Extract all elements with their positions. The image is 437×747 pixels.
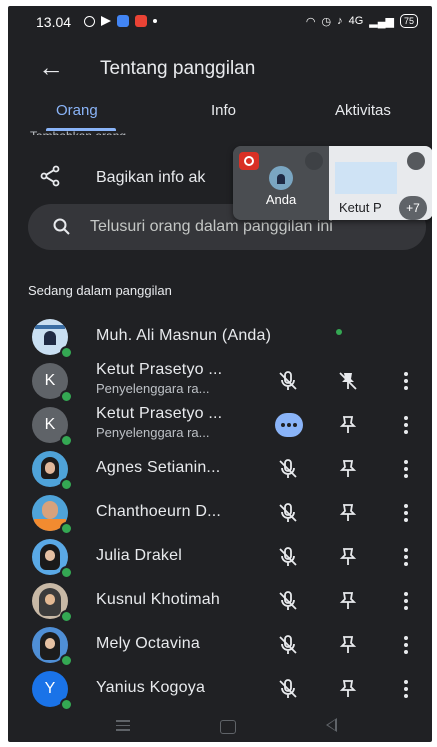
participant-row[interactable]: Y Yanius Kogoya <box>8 667 432 711</box>
add-people-label-cutoff: Tambahkan orang <box>30 127 126 135</box>
online-indicator <box>60 434 73 447</box>
mic-off-icon[interactable] <box>276 369 300 393</box>
participant-row[interactable]: Julia Drakel <box>8 535 432 579</box>
mic-off-icon[interactable] <box>276 633 300 657</box>
system-icons: ◠ ◷ ♪ 4G ▂▄▆ 75 <box>306 14 418 28</box>
active-status-dot <box>336 329 342 335</box>
participant-name: Ketut Prasetyo ... <box>96 361 223 378</box>
participant-name: Chanthoeurn D... <box>96 503 222 520</box>
share-icon <box>40 165 60 187</box>
notification-icon <box>84 15 95 27</box>
tab-aktivitas[interactable]: Aktivitas <box>335 102 391 119</box>
more-options-icon[interactable] <box>394 369 418 393</box>
participant-name: Ketut Prasetyo ... <box>96 405 223 422</box>
app-notification-icon <box>117 15 129 27</box>
back-button[interactable] <box>326 718 337 732</box>
online-indicator <box>60 390 73 403</box>
participant-name: Muh. Ali Masnun (Anda) <box>96 327 272 344</box>
mic-off-icon[interactable] <box>276 501 300 525</box>
pin-off-icon[interactable] <box>336 369 360 393</box>
alarm-icon: ◷ <box>321 15 332 28</box>
pin-icon[interactable] <box>336 545 360 569</box>
shared-tile-label: Ketut P <box>339 200 382 215</box>
app-notification-icon <box>135 15 147 27</box>
participant-row[interactable]: K Ketut Prasetyo ... Penyelenggara ra... <box>8 359 432 403</box>
pin-icon[interactable] <box>336 677 360 701</box>
more-options-icon[interactable] <box>394 589 418 613</box>
pin-icon[interactable] <box>336 501 360 525</box>
share-info-label: Bagikan info ak <box>96 169 206 186</box>
mic-off-icon <box>407 152 425 170</box>
participant-name: Yanius Kogoya <box>96 679 206 696</box>
pin-icon[interactable] <box>336 589 360 613</box>
more-options-icon[interactable] <box>394 501 418 525</box>
participant-row[interactable]: Mely Octavina <box>8 623 432 667</box>
status-time: 13.04 <box>36 14 72 30</box>
participant-row[interactable]: Chanthoeurn D... <box>8 491 432 535</box>
speaking-indicator-icon <box>275 413 303 437</box>
pin-icon[interactable] <box>336 413 360 437</box>
more-participants-badge: +7 <box>399 196 427 220</box>
online-indicator <box>60 698 73 711</box>
more-options-icon[interactable] <box>394 677 418 701</box>
pin-icon[interactable] <box>336 633 360 657</box>
participant-name: Julia Drakel <box>96 547 182 564</box>
more-options-icon[interactable] <box>394 633 418 657</box>
participant-name: Kusnul Khotimah <box>96 591 220 608</box>
mic-off-icon <box>305 152 323 170</box>
more-notifications-icon <box>153 19 157 23</box>
mic-off-icon[interactable] <box>276 677 300 701</box>
section-title: Sedang dalam panggilan <box>28 283 172 298</box>
self-video-tile: Anda <box>233 146 329 220</box>
top-app-bar: ← Tentang panggilan <box>8 44 432 94</box>
more-options-icon[interactable] <box>394 545 418 569</box>
self-avatar <box>269 166 293 190</box>
participant-name: Mely Octavina <box>96 635 200 652</box>
online-indicator <box>60 566 73 579</box>
participant-name: Agnes Setianin... <box>96 459 221 476</box>
signal-icon: ▂▄▆ <box>369 15 394 28</box>
back-arrow-icon[interactable]: ← <box>38 54 64 80</box>
floating-video-preview[interactable]: Anda Ketut P +7 <box>233 146 432 220</box>
search-icon <box>53 218 70 235</box>
system-nav-bar <box>8 712 432 742</box>
status-bar: 13.04 ◠ ◷ ♪ 4G ▂▄▆ 75 <box>8 6 432 36</box>
participant-row[interactable]: Kusnul Khotimah <box>8 579 432 623</box>
app-frame: 13.04 ◠ ◷ ♪ 4G ▂▄▆ 75 ← Tentang panggila… <box>8 6 432 742</box>
pin-icon[interactable] <box>336 457 360 481</box>
participant-row[interactable]: Agnes Setianin... <box>8 447 432 491</box>
telegram-icon <box>101 16 111 26</box>
page-title: Tentang panggilan <box>100 58 256 79</box>
mic-off-icon[interactable] <box>276 457 300 481</box>
online-indicator <box>60 346 73 359</box>
participant-row[interactable]: Muh. Ali Masnun (Anda) <box>8 315 432 359</box>
online-indicator <box>60 478 73 491</box>
tab-info[interactable]: Info <box>211 102 236 119</box>
mic-off-icon[interactable] <box>276 545 300 569</box>
home-button[interactable] <box>220 720 236 734</box>
mute-icon: ♪ <box>337 15 343 27</box>
notification-icons <box>84 15 157 27</box>
recording-icon <box>239 152 259 170</box>
more-options-icon[interactable] <box>394 457 418 481</box>
shared-screen-thumbnail <box>335 162 397 194</box>
participant-role: Penyelenggara ra... <box>96 425 210 440</box>
participant-row[interactable]: K Ketut Prasetyo ... Penyelenggara ra... <box>8 403 432 447</box>
tab-orang[interactable]: Orang <box>56 102 98 119</box>
online-indicator <box>60 610 73 623</box>
network-type: 4G <box>348 15 364 27</box>
online-indicator <box>60 522 73 535</box>
online-indicator <box>60 654 73 667</box>
self-tile-label: Anda <box>265 192 297 207</box>
participant-role: Penyelenggara ra... <box>96 381 210 396</box>
headphones-icon: ◠ <box>305 15 316 28</box>
mic-off-icon[interactable] <box>276 589 300 613</box>
more-options-icon[interactable] <box>394 413 418 437</box>
battery-icon: 75 <box>399 14 418 28</box>
recent-apps-button[interactable] <box>116 720 130 734</box>
